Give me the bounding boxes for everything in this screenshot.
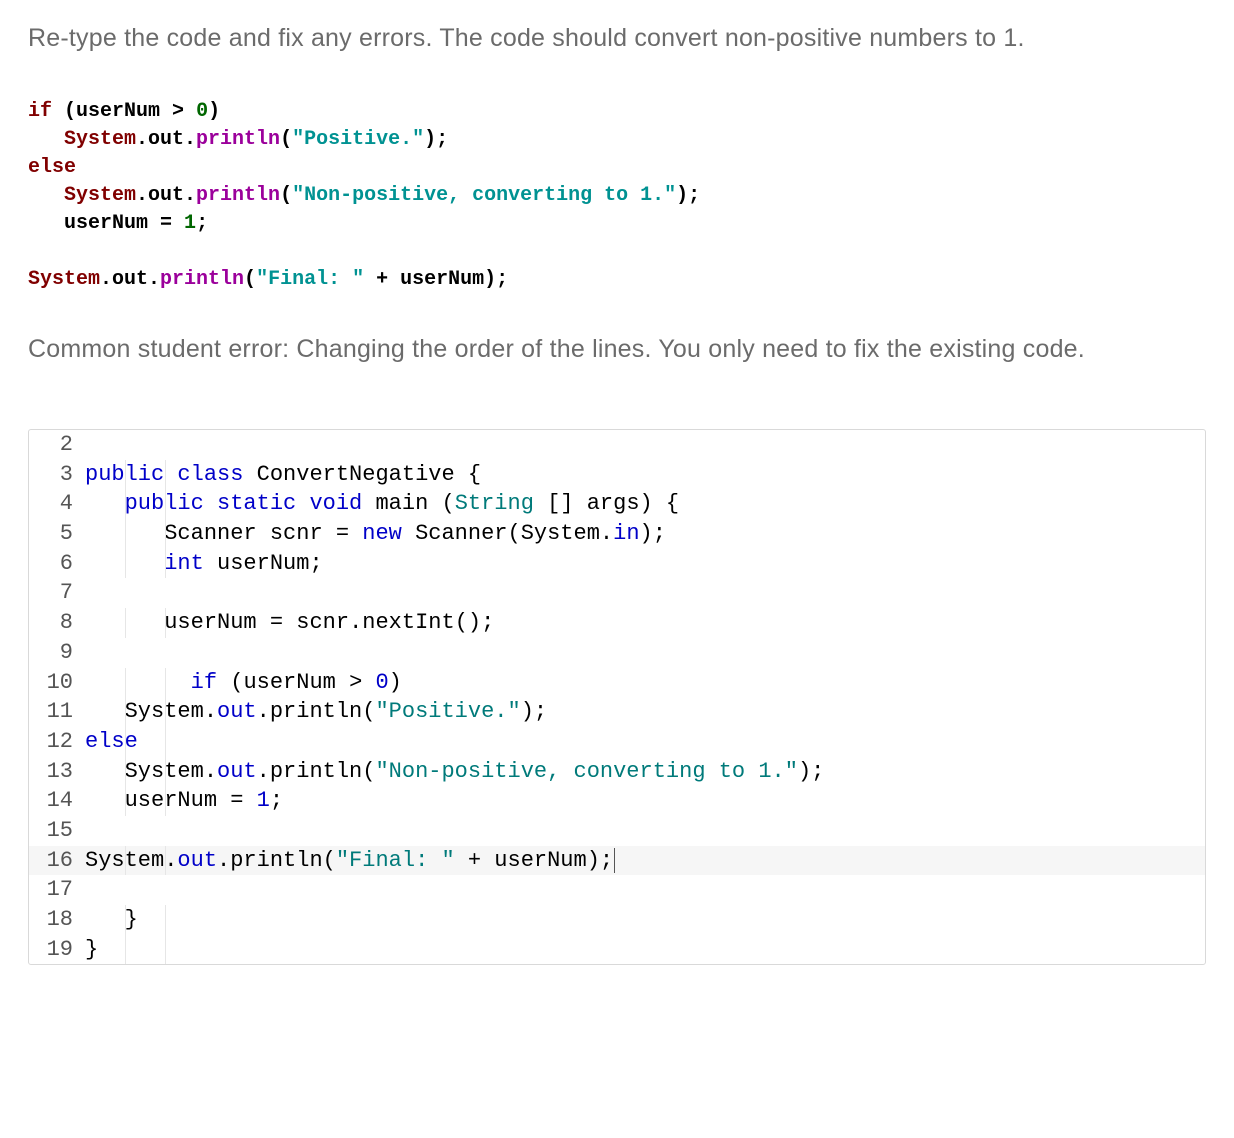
line-number: 11 [29,697,85,727]
line-number: 15 [29,816,85,846]
editor-line[interactable]: 11 System.out.println("Positive."); [29,697,1205,727]
code-content[interactable]: Scanner scnr = new Scanner(System.in); [85,519,1205,549]
line-number: 12 [29,727,85,757]
editor-line[interactable]: 12else [29,727,1205,757]
code-content[interactable]: userNum = 1; [85,786,1205,816]
line-number: 13 [29,757,85,787]
editor-line[interactable]: 15 [29,816,1205,846]
line-number: 6 [29,549,85,579]
code-content[interactable]: public class ConvertNegative { [85,460,1205,490]
line-number: 17 [29,875,85,905]
editor-line[interactable]: 16System.out.println("Final: " + userNum… [29,846,1205,876]
hint-text: Common student error: Changing the order… [28,330,1206,369]
line-number: 9 [29,638,85,668]
keyword-else: else [28,156,76,179]
editor-line[interactable]: 4 public static void main (String [] arg… [29,489,1205,519]
line-number: 4 [29,489,85,519]
code-content[interactable]: } [85,905,1205,935]
code-content[interactable]: System.out.println("Positive."); [85,697,1205,727]
keyword-if: if [28,100,52,123]
text-cursor-icon [614,848,615,872]
code-content[interactable]: System.out.println("Final: " + userNum); [85,846,1205,876]
line-number: 2 [29,430,85,460]
line-number: 18 [29,905,85,935]
editor-line[interactable]: 5 Scanner scnr = new Scanner(System.in); [29,519,1205,549]
code-content[interactable]: userNum = scnr.nextInt(); [85,608,1205,638]
line-number: 14 [29,786,85,816]
line-number: 19 [29,935,85,965]
code-sample: if (userNum > 0) System.out.println("Pos… [28,70,1206,294]
code-content[interactable]: int userNum; [85,549,1205,579]
code-content[interactable]: } [85,935,1205,965]
editor-line[interactable]: 14 userNum = 1; [29,786,1205,816]
editor-line[interactable]: 3public class ConvertNegative { [29,460,1205,490]
line-number: 3 [29,460,85,490]
code-content[interactable]: System.out.println("Non-positive, conver… [85,757,1205,787]
line-number: 7 [29,578,85,608]
editor-line[interactable]: 10 if (userNum > 0) [29,668,1205,698]
editor-line[interactable]: 7 [29,578,1205,608]
editor-line[interactable]: 8 userNum = scnr.nextInt(); [29,608,1205,638]
editor-line[interactable]: 9 [29,638,1205,668]
editor-line[interactable]: 19} [29,935,1205,965]
code-content[interactable]: if (userNum > 0) [85,668,1205,698]
instruction-text: Re-type the code and fix any errors. The… [28,20,1206,56]
line-number: 8 [29,608,85,638]
editor-line[interactable]: 17 [29,875,1205,905]
line-number: 16 [29,846,85,876]
code-content[interactable]: else [85,727,1205,757]
line-number: 5 [29,519,85,549]
editor-line[interactable]: 6 int userNum; [29,549,1205,579]
editor-line[interactable]: 13 System.out.println("Non-positive, con… [29,757,1205,787]
code-editor[interactable]: 23public class ConvertNegative {4 public… [28,429,1206,965]
line-number: 10 [29,668,85,698]
editor-line[interactable]: 18 } [29,905,1205,935]
code-content[interactable]: public static void main (String [] args)… [85,489,1205,519]
editor-line[interactable]: 2 [29,430,1205,460]
